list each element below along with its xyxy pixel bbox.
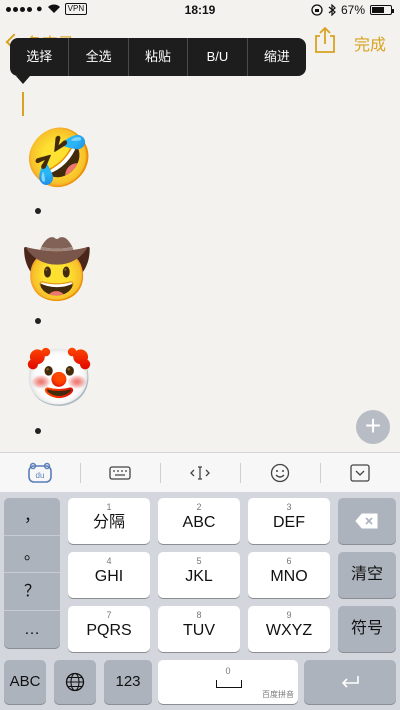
done-button[interactable]: 完成	[354, 31, 386, 55]
delete-backspace-icon	[355, 513, 378, 529]
status-right: 67%	[311, 3, 394, 17]
pinyin-keyboard: ， 。 ？ … 1 分隔 2 ABC 3 DEF 4 GHI 5 JKL 6 M…	[0, 492, 400, 710]
cowboy-emoji[interactable]: 🤠	[22, 238, 92, 302]
keyboard-switch-button[interactable]	[80, 453, 160, 493]
menu-indent[interactable]: 缩进	[248, 38, 306, 76]
clown-emoji[interactable]: 🤡	[24, 346, 94, 410]
key-3-def[interactable]: 3 DEF	[248, 498, 330, 544]
cursor-move-button[interactable]	[160, 453, 240, 493]
du-logo-icon: du	[28, 462, 52, 483]
return-icon	[341, 676, 359, 688]
list-bullet	[35, 208, 41, 214]
punct-period-key[interactable]: 。	[4, 536, 60, 573]
collapse-keyboard-icon	[350, 463, 370, 482]
symbol-key[interactable]: 符号	[338, 606, 396, 652]
delete-key[interactable]	[338, 498, 396, 544]
key-5-jkl[interactable]: 5 JKL	[158, 552, 240, 598]
globe-key[interactable]	[54, 660, 96, 704]
menu-select[interactable]: 选择	[10, 38, 70, 76]
list-bullet	[35, 318, 41, 324]
share-button[interactable]	[312, 26, 338, 54]
du-logo-button[interactable]: du	[0, 453, 80, 493]
list-bullet	[35, 428, 41, 434]
key-8-tuv[interactable]: 8 TUV	[158, 606, 240, 652]
plus-icon: +	[364, 410, 382, 441]
space-bracket-icon	[216, 680, 242, 688]
battery-icon	[370, 5, 394, 15]
menu-paste[interactable]: 粘贴	[129, 38, 189, 76]
key-9-wxyz[interactable]: 9 WXYZ	[248, 606, 330, 652]
key-6-mno[interactable]: 6 MNO	[248, 552, 330, 598]
punct-question-key[interactable]: ？	[4, 573, 60, 611]
orientation-lock-icon	[311, 4, 323, 16]
bluetooth-icon	[328, 4, 336, 16]
key-1-separator[interactable]: 1 分隔	[68, 498, 150, 544]
key-4-ghi[interactable]: 4 GHI	[68, 552, 150, 598]
punct-comma-key[interactable]: ，	[4, 498, 60, 536]
punctuation-column: ， 。 ？ …	[4, 498, 60, 648]
key-7-pqrs[interactable]: 7 PQRS	[68, 606, 150, 652]
keyboard-toolbar: du	[0, 452, 400, 492]
add-button[interactable]: +	[356, 410, 390, 444]
share-icon	[315, 26, 335, 53]
emoji-smiley-icon	[270, 463, 290, 482]
globe-icon	[65, 672, 85, 692]
text-cursor	[22, 92, 24, 116]
abc-switch-key[interactable]: ABC	[4, 660, 46, 704]
menu-pointer	[16, 76, 30, 84]
clear-key[interactable]: 清空	[338, 552, 396, 598]
cursor-move-icon	[190, 465, 210, 480]
emoji-button[interactable]	[240, 453, 320, 493]
number-switch-key[interactable]: 123	[104, 660, 152, 704]
return-key[interactable]	[304, 660, 396, 704]
keyboard-icon	[109, 465, 131, 480]
menu-bold-underline[interactable]: B/U	[188, 38, 248, 76]
keyboard-brand-label: 百度拼音	[262, 690, 294, 699]
key-2-abc[interactable]: 2 ABC	[158, 498, 240, 544]
space-key-number: 0	[225, 666, 231, 676]
svg-text:du: du	[36, 471, 45, 480]
battery-percent: 67%	[340, 3, 365, 17]
hide-keyboard-button[interactable]	[320, 453, 400, 493]
space-key[interactable]: 0 百度拼音	[158, 660, 298, 704]
menu-select-all[interactable]: 全选	[69, 38, 129, 76]
rofl-emoji[interactable]: 🤣	[24, 126, 94, 190]
edit-context-menu: 选择 全选 粘贴 B/U 缩进	[10, 38, 306, 76]
status-bar: ● VPN 18:19 67%	[0, 0, 400, 20]
battery-fill	[372, 7, 385, 13]
punct-ellipsis-key[interactable]: …	[4, 611, 60, 649]
